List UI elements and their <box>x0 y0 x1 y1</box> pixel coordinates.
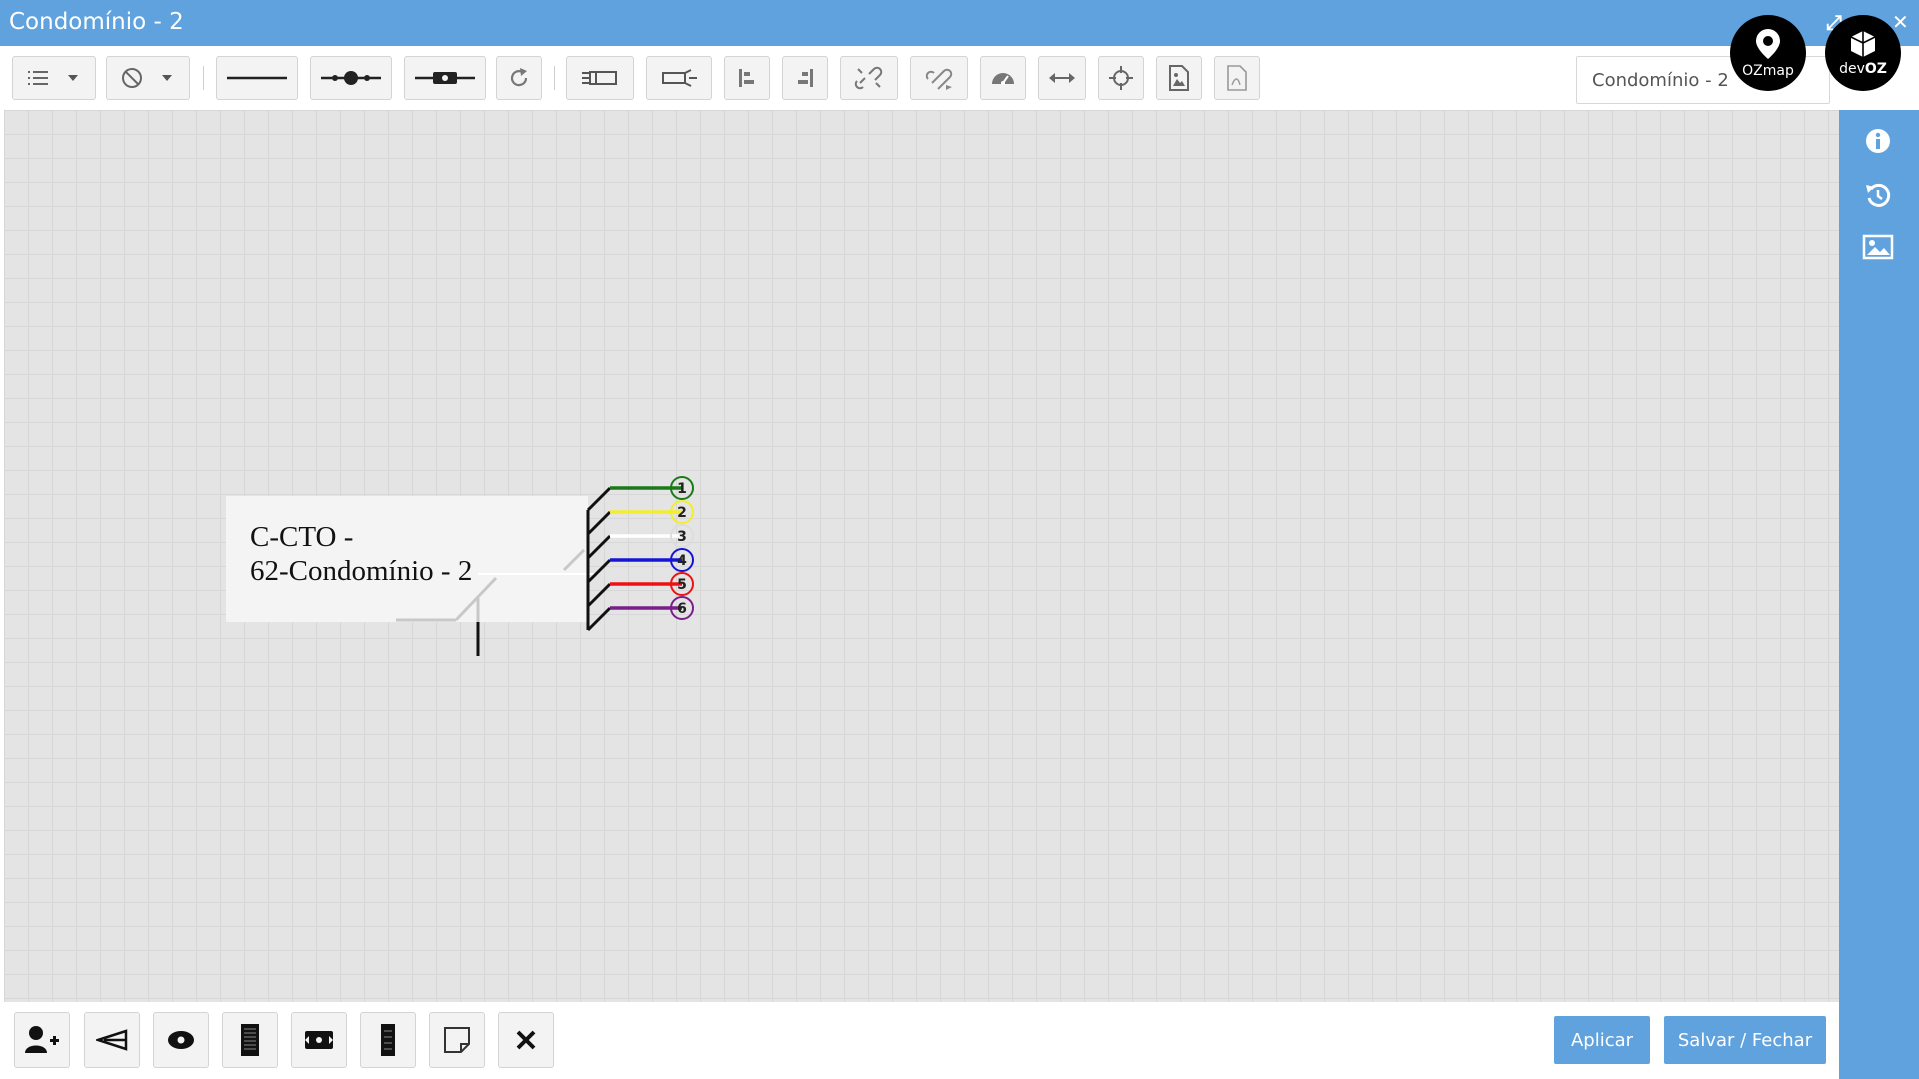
fiber-6[interactable]: 6 <box>586 596 694 632</box>
cassette-button[interactable] <box>291 1012 347 1068</box>
splice-line-icon <box>321 71 381 85</box>
export-pdf-button[interactable] <box>1214 56 1260 100</box>
cable-box-button[interactable] <box>222 1012 278 1068</box>
fiber-number: 6 <box>677 601 687 617</box>
refresh-icon <box>510 68 528 87</box>
image-icon[interactable] <box>1861 230 1895 264</box>
fiber-group: 1 2 3 4 5 6 <box>586 476 694 632</box>
connector-icon <box>168 1031 194 1049</box>
list-menu-button[interactable] <box>12 56 96 100</box>
dashboard-icon <box>992 73 1014 85</box>
right-sidebar <box>1839 110 1919 1079</box>
ozmap-logo: OZmap <box>1730 15 1806 91</box>
fiber-branch <box>586 534 612 560</box>
devoz-logo: devOZ <box>1825 15 1901 91</box>
history-icon[interactable] <box>1861 178 1895 212</box>
relink-button[interactable] <box>910 56 968 100</box>
dashboard-button[interactable] <box>980 56 1026 100</box>
patch-panel-icon <box>381 1024 395 1056</box>
fiber-branch <box>586 558 612 584</box>
toolbar-separator <box>554 66 555 90</box>
diagram-canvas[interactable]: 1 2 3 4 5 6 C-CTO - 62-Condomínio - 2 <box>4 110 1839 1002</box>
crosshair-icon <box>1109 66 1133 90</box>
window-title: Condomínio - 2 <box>9 9 184 35</box>
splice-line-tool-button[interactable] <box>310 56 392 100</box>
block-menu-button[interactable] <box>106 56 190 100</box>
splitter-tool-button[interactable] <box>566 56 634 100</box>
toolbar <box>4 46 1838 110</box>
connector-line-tool-button[interactable] <box>404 56 486 100</box>
connector-line-icon <box>415 72 475 84</box>
cassette-icon <box>305 1031 333 1049</box>
export-image-button[interactable] <box>1156 56 1202 100</box>
splitter-button[interactable] <box>84 1012 140 1068</box>
toolbar-separator <box>203 66 204 90</box>
patch-panel-button[interactable] <box>360 1012 416 1068</box>
fiber-number: 3 <box>677 529 687 545</box>
fiber-number: 1 <box>677 481 687 497</box>
align-right-icon <box>798 69 813 87</box>
arrows-horizontal-icon <box>1049 73 1075 83</box>
fiber-number: 2 <box>677 505 687 521</box>
fiber-branch <box>586 582 612 608</box>
delete-button[interactable] <box>498 1012 554 1068</box>
close-icon <box>516 1030 536 1050</box>
fiber-branch <box>586 606 612 632</box>
unlink-button[interactable] <box>840 56 898 100</box>
splitter-icon <box>582 71 617 85</box>
connector-tool-button[interactable] <box>646 56 712 100</box>
refresh-button[interactable] <box>496 56 542 100</box>
ozmap-logo-text: OZmap <box>1742 63 1794 79</box>
connector-icon <box>662 69 697 87</box>
map-pin-icon <box>1756 29 1780 59</box>
center-button[interactable] <box>1098 56 1144 100</box>
unlink-icon <box>854 66 883 90</box>
fiber-branch <box>586 510 612 536</box>
stretch-horizontal-button[interactable] <box>1038 56 1086 100</box>
align-right-button[interactable] <box>782 56 828 100</box>
note-button[interactable] <box>429 1012 485 1068</box>
save-close-button[interactable]: Salvar / Fechar <box>1664 1016 1826 1064</box>
add-user-icon <box>25 1026 59 1053</box>
line-icon <box>227 76 287 80</box>
fiber-number: 4 <box>677 553 687 569</box>
bottom-toolbar: Aplicar Salvar / Fechar <box>4 1002 1839 1079</box>
relink-icon <box>925 68 953 90</box>
line-tool-button[interactable] <box>216 56 298 100</box>
file-pdf-icon <box>1227 65 1247 91</box>
add-client-button[interactable] <box>14 1012 70 1068</box>
align-left-icon <box>739 69 754 87</box>
title-bar: Condomínio - 2 ⤢ ‒ ✕ <box>0 0 1919 46</box>
list-icon <box>28 71 78 85</box>
connector-button[interactable] <box>153 1012 209 1068</box>
fiber-branch <box>586 486 612 512</box>
block-icon <box>122 68 172 88</box>
cable-box-icon <box>241 1024 259 1056</box>
splitter-icon <box>96 1029 128 1051</box>
file-image-icon <box>1169 65 1189 91</box>
fiber-number: 5 <box>677 577 687 593</box>
info-icon[interactable] <box>1861 124 1895 158</box>
align-left-button[interactable] <box>724 56 770 100</box>
cto-label: C-CTO - 62-Condomínio - 2 <box>250 521 473 587</box>
sticky-note-icon <box>444 1027 470 1053</box>
cube-icon <box>1850 31 1876 57</box>
devoz-logo-text: devOZ <box>1839 61 1887 77</box>
close-icon[interactable]: ✕ <box>1892 10 1909 34</box>
apply-button[interactable]: Aplicar <box>1554 1016 1650 1064</box>
